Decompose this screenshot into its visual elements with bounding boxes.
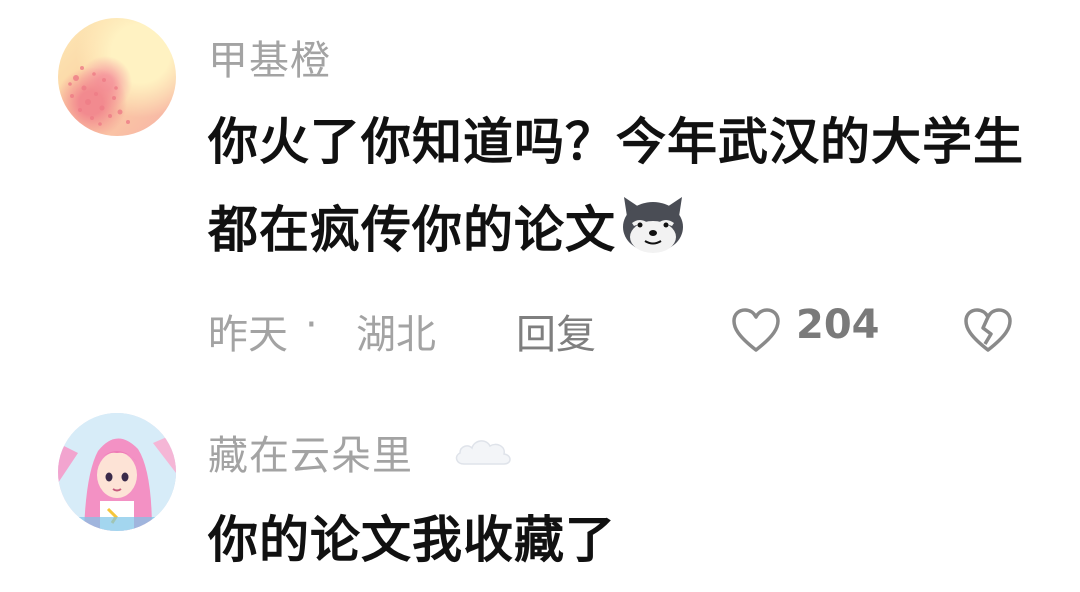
avatar[interactable] [58, 18, 176, 136]
username[interactable]: 甲基橙 [208, 28, 331, 86]
avatar-pattern [68, 66, 130, 126]
username[interactable]: 藏在云朵里 [208, 423, 413, 481]
comment-location: 湖北 [356, 312, 436, 358]
comment-time: 昨天 [208, 312, 288, 358]
comment-text: 你的论文我收藏了 [208, 511, 616, 569]
cloud-icon [455, 440, 511, 465]
broken-heart-icon[interactable] [962, 306, 1014, 354]
avatar[interactable] [58, 413, 176, 531]
comment-text-body: 你火了你知道吗？今年武汉的大学生都在疯传你的论文 [208, 113, 1024, 259]
like-count: 204 [796, 302, 880, 348]
meta-separator: · [305, 302, 318, 348]
comment-text: 你火了你知道吗？今年武汉的大学生都在疯传你的论文 [208, 98, 1028, 274]
reply-button[interactable]: 回复 [516, 302, 596, 360]
dog-emoji-icon [623, 197, 683, 253]
heart-icon[interactable] [730, 306, 782, 354]
comment-meta: 昨天 · 湖北 回复 204 [208, 302, 1028, 358]
anime-avatar-art [58, 413, 176, 531]
